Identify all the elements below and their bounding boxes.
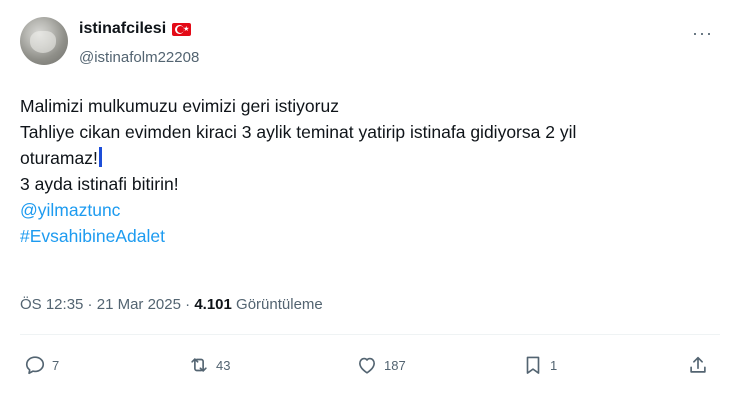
tweet-date[interactable]: 21 Mar 2025: [97, 296, 181, 313]
bookmark-icon: [526, 356, 540, 374]
bookmark-count: 1: [550, 357, 558, 373]
reply-button[interactable]: 7: [24, 354, 59, 376]
tweet-line: oturamaz!: [20, 145, 720, 171]
share-button[interactable]: [687, 354, 709, 376]
user-handle[interactable]: @istinafolm22208: [79, 49, 199, 66]
more-options-icon[interactable]: ···: [692, 24, 713, 42]
tweet-text: Malimizi mulkumuzu evimizi geri istiyoru…: [20, 93, 720, 249]
tweet-time[interactable]: ÖS 12:35: [20, 296, 83, 313]
repost-icon: [191, 358, 207, 372]
views-count: 4.101: [194, 296, 232, 313]
mention-link[interactable]: @yilmaztunc: [20, 197, 720, 223]
reply-icon: [25, 356, 45, 375]
share-icon: [690, 356, 706, 373]
like-count: 187: [384, 357, 406, 373]
reply-count: 7: [52, 357, 60, 373]
display-name[interactable]: istinafcilesi: [79, 20, 166, 38]
heart-icon: [359, 357, 375, 374]
repost-count: 43: [216, 357, 231, 373]
meta-separator: ·: [180, 296, 195, 313]
tweet-line-text: oturamaz!: [20, 148, 98, 168]
avatar[interactable]: [20, 17, 68, 65]
tweet-meta: ÖS 12:35 · 21 Mar 2025 · 4.101 Görüntüle…: [20, 296, 323, 313]
tweet-line: Malimizi mulkumuzu evimizi geri istiyoru…: [20, 96, 339, 116]
hashtag-link[interactable]: #EvsahibineAdalet: [20, 223, 720, 249]
tweet-line: Tahliye cikan evimden kiraci 3 aylik tem…: [20, 122, 577, 142]
divider: [20, 334, 720, 335]
meta-separator: ·: [83, 296, 97, 313]
author-name-row: istinafcilesi ★: [79, 20, 192, 38]
repost-button[interactable]: 43: [188, 354, 230, 376]
like-button[interactable]: 187: [356, 354, 406, 376]
tweet-line: 3 ayda istinafi bitirin!: [20, 174, 179, 194]
turkey-flag-icon: ★: [172, 22, 192, 36]
bookmark-button[interactable]: 1: [522, 354, 557, 376]
views-label: Görüntüleme: [236, 296, 323, 313]
text-cursor: [98, 147, 102, 167]
